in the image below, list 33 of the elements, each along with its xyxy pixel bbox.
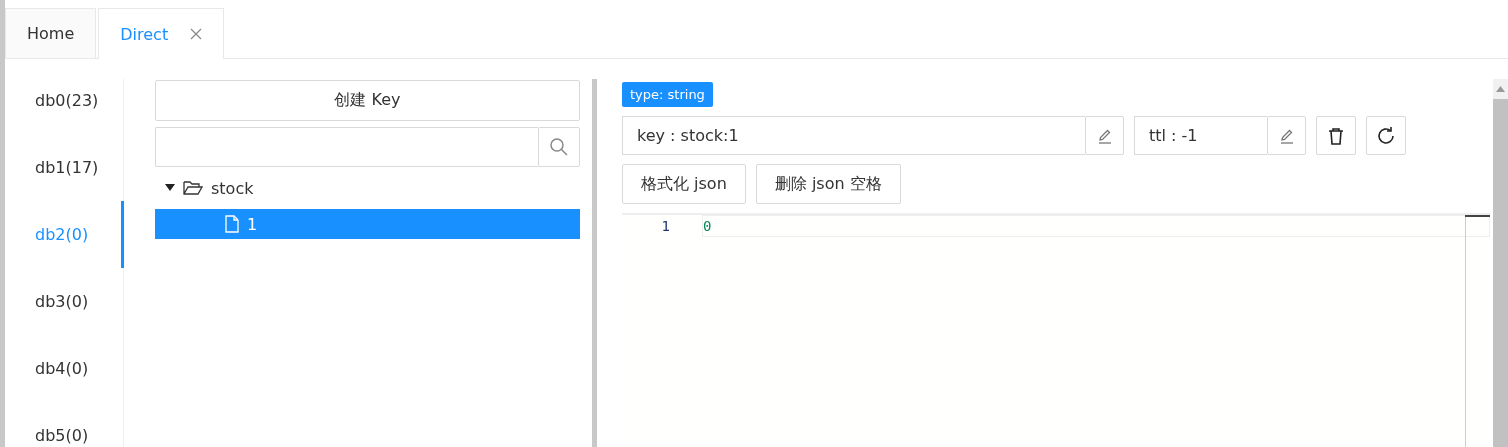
database-item[interactable]: db1(17) [5, 134, 124, 201]
database-item[interactable]: db4(0) [5, 335, 124, 402]
file-icon [225, 215, 239, 233]
trash-icon [1328, 126, 1344, 145]
caret-icon[interactable] [165, 184, 175, 192]
search-icon [549, 137, 569, 157]
scroll-up-button[interactable] [1493, 79, 1508, 99]
database-item[interactable]: db5(0) [5, 402, 124, 447]
edit-key-button[interactable] [1085, 116, 1124, 155]
format-button[interactable]: 格式化 json [622, 164, 746, 204]
refresh-icon [1376, 125, 1396, 146]
create-key-button[interactable]: 创建 Key [155, 80, 580, 121]
caret-icon [1496, 86, 1505, 92]
refresh-button[interactable] [1366, 116, 1406, 155]
code-editor[interactable]: 1 0 [622, 213, 1490, 447]
edit-ttl-button[interactable] [1267, 116, 1306, 155]
type-badge: type: string [622, 82, 713, 107]
search-button[interactable] [538, 127, 580, 167]
key-label: 1 [247, 214, 258, 234]
key-field[interactable]: key : stock:1 [622, 116, 1085, 155]
folder-label: stock [211, 178, 254, 198]
database-item[interactable]: db3(0) [5, 268, 124, 335]
format-button[interactable]: 删除 json 空格 [755, 164, 901, 204]
search-field[interactable] [155, 127, 538, 167]
database-item[interactable]: db0(23) [5, 67, 124, 134]
line-number: 1 [660, 218, 670, 234]
tree-folder[interactable]: stock [155, 173, 580, 203]
scrollbar-thumb[interactable] [1493, 99, 1508, 447]
tab[interactable]: Home [5, 8, 97, 58]
close-icon[interactable] [190, 28, 203, 40]
delete-button[interactable] [1316, 116, 1356, 155]
ttl-field[interactable]: ttl : -1 [1134, 116, 1267, 155]
folder-icon [183, 180, 203, 196]
